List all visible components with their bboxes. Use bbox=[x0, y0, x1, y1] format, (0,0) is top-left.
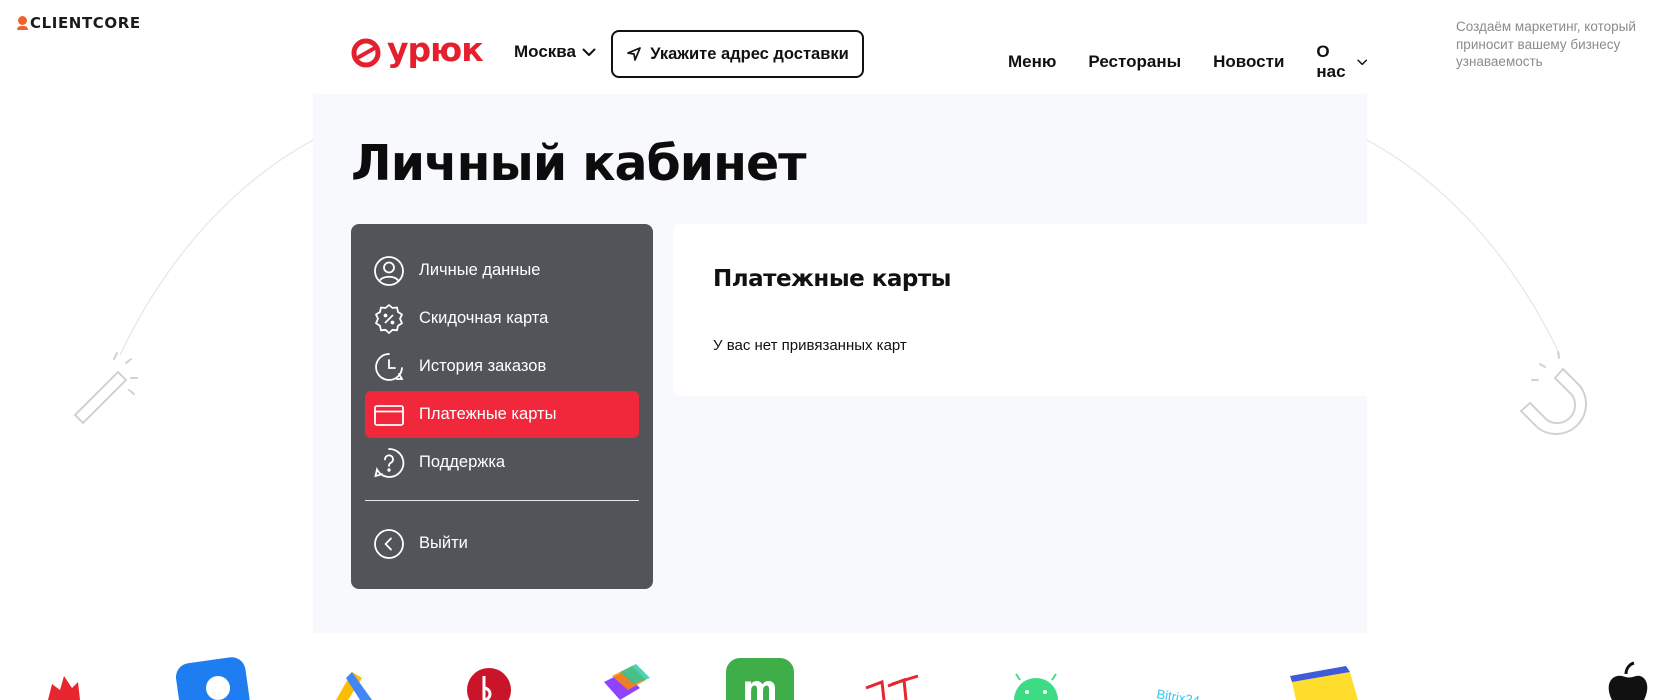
city-selector[interactable]: Москва bbox=[514, 42, 596, 62]
uryuk-logo-text: урюк bbox=[387, 30, 484, 69]
bitrix24-logo-icon: Bitrix24 bbox=[1155, 686, 1200, 700]
layers-logo-icon bbox=[604, 664, 650, 700]
red-circle-logo-icon bbox=[467, 668, 511, 700]
android-logo-icon bbox=[1014, 673, 1058, 700]
apple-logo-icon bbox=[1608, 661, 1648, 700]
delivery-address-button[interactable]: Укажите адрес доставки bbox=[611, 30, 864, 78]
partner-logos-strip: m Bitrix24 bbox=[48, 657, 1648, 700]
credit-card-icon bbox=[374, 404, 404, 426]
chevron-down-icon bbox=[1356, 59, 1367, 65]
svg-text:Bitrix24: Bitrix24 bbox=[1155, 686, 1200, 700]
payment-cards-panel: Платежные карты У вас нет привязанных ка… bbox=[673, 224, 1367, 396]
sidebar-item-label: Платежные карты bbox=[419, 405, 557, 423]
sidebar-item-label: История заказов bbox=[419, 357, 547, 375]
uryuk-logo[interactable]: урюк bbox=[351, 30, 484, 69]
help-icon bbox=[374, 447, 405, 478]
fire-logo-icon bbox=[48, 676, 80, 700]
nav-menu[interactable]: Меню bbox=[1008, 42, 1056, 82]
chevron-down-icon bbox=[582, 48, 596, 56]
sidebar-item-payment-cards[interactable]: Платежные карты bbox=[365, 391, 639, 438]
account-sidebar: Личные данные Скидочная карта История за… bbox=[351, 224, 653, 589]
sidebar-item-label: Поддержка bbox=[419, 453, 506, 471]
payment-cards-empty-message: У вас нет привязанных карт bbox=[713, 337, 907, 354]
uryuk-logo-icon bbox=[351, 38, 381, 68]
payment-cards-title: Платежные карты bbox=[713, 266, 951, 292]
main-nav: Меню Рестораны Новости О нас bbox=[1008, 42, 1367, 82]
sidebar-item-personal-data[interactable]: Личные данные bbox=[365, 247, 639, 294]
nav-about-label: О нас bbox=[1316, 42, 1346, 81]
logout-button[interactable]: Выйти bbox=[365, 520, 639, 567]
magnet-icon bbox=[1520, 351, 1587, 435]
sidebar-item-order-history[interactable]: История заказов bbox=[365, 343, 639, 390]
svg-text:m: m bbox=[742, 669, 777, 700]
nav-about[interactable]: О нас bbox=[1316, 42, 1367, 82]
discount-badge-icon bbox=[375, 303, 403, 334]
magic-wand-icon bbox=[73, 352, 138, 425]
page-title: Личный кабинет bbox=[351, 135, 807, 192]
mindbox-logo-icon: m bbox=[726, 658, 794, 700]
sidebar-divider bbox=[365, 500, 639, 501]
delivery-address-label: Укажите адрес доставки bbox=[650, 44, 849, 63]
nav-news[interactable]: Новости bbox=[1213, 42, 1284, 82]
sidebar-item-label: Скидочная карта bbox=[419, 309, 549, 327]
city-label: Москва bbox=[514, 42, 576, 61]
user-icon bbox=[374, 255, 404, 286]
yellow-blue-logo-icon bbox=[1290, 666, 1358, 700]
blue-app-logo-icon bbox=[175, 657, 251, 700]
google-ads-logo-icon bbox=[336, 672, 372, 700]
sidebar-item-support[interactable]: Поддержка bbox=[365, 439, 639, 486]
history-icon bbox=[375, 352, 404, 381]
chevron-left-circle-icon bbox=[374, 528, 404, 559]
red-brand-logo-icon bbox=[865, 674, 919, 700]
site-header: урюк Москва Укажите адрес доставки Меню … bbox=[313, 0, 1367, 94]
logout-label: Выйти bbox=[419, 534, 468, 552]
sidebar-item-discount-card[interactable]: Скидочная карта bbox=[365, 295, 639, 342]
navigation-arrow-icon bbox=[627, 47, 642, 61]
site-frame: урюк Москва Укажите адрес доставки Меню … bbox=[313, 0, 1367, 633]
sidebar-item-label: Личные данные bbox=[419, 261, 541, 279]
nav-restaurants[interactable]: Рестораны bbox=[1088, 42, 1181, 82]
